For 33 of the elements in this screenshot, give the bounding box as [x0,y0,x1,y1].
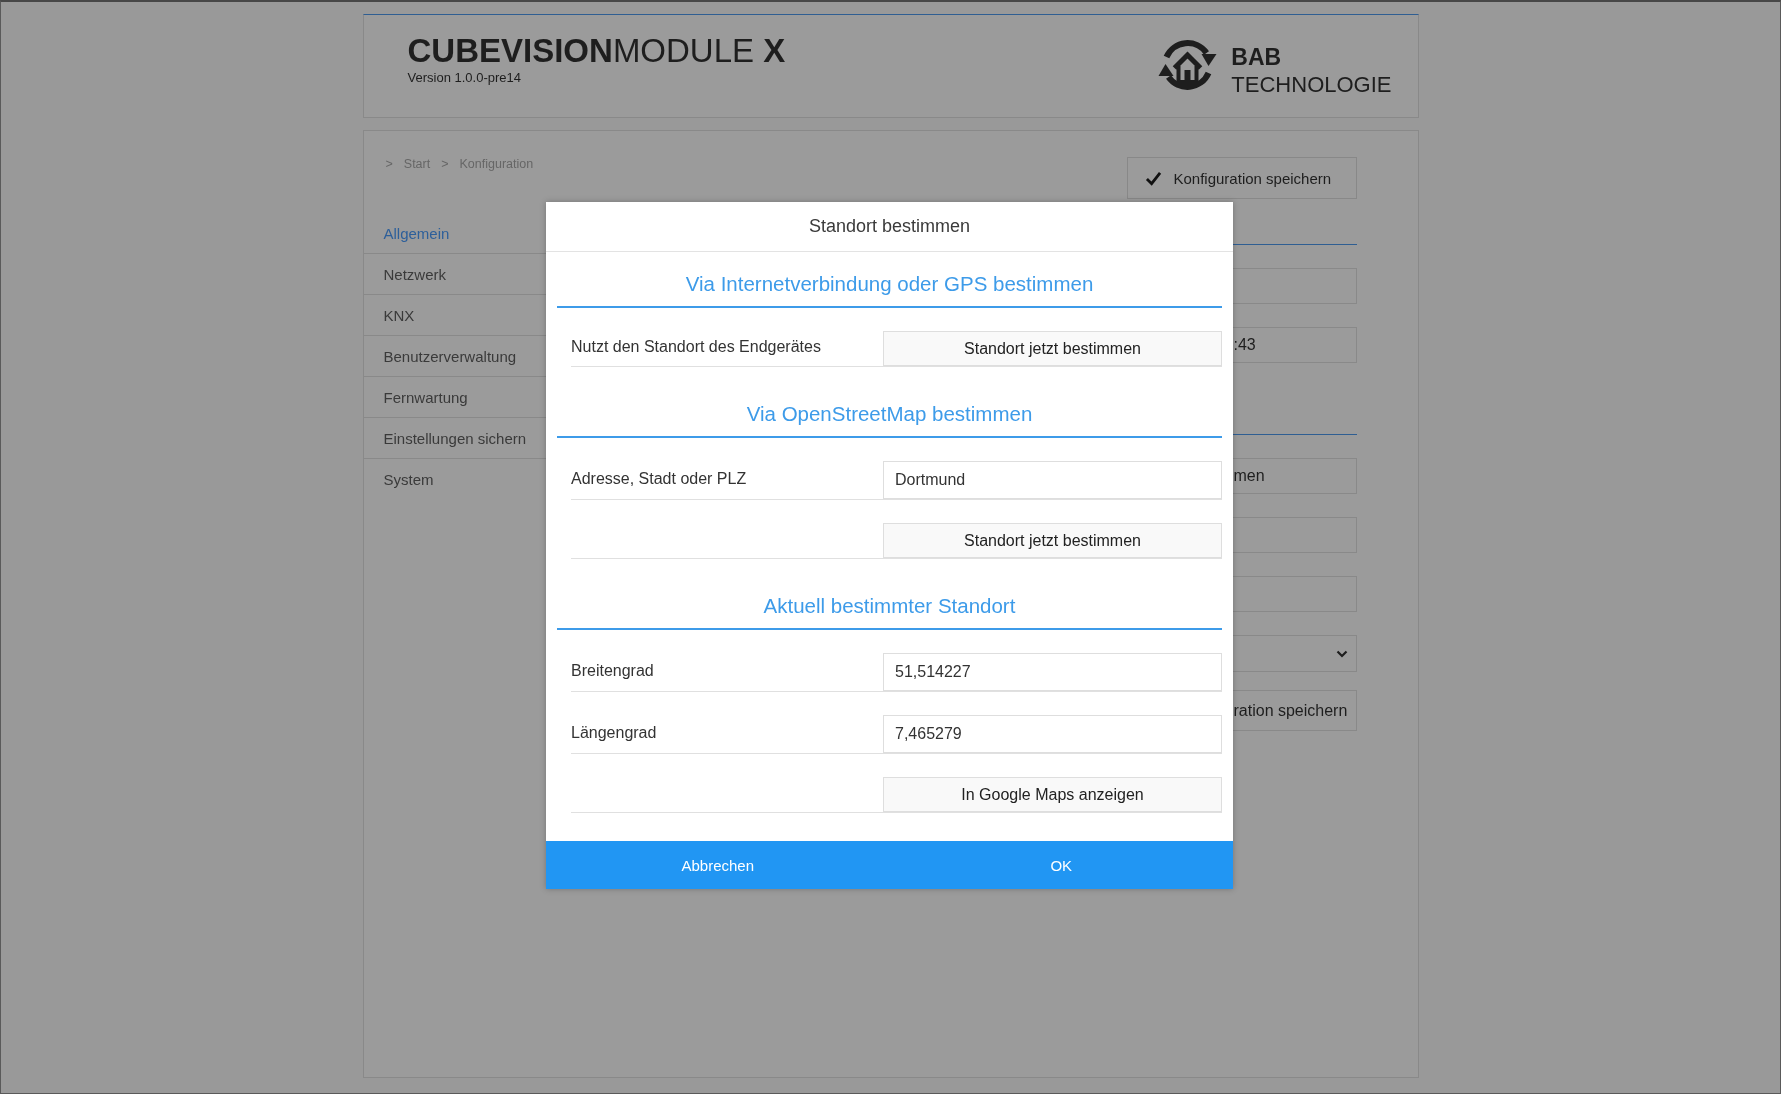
logo-text: TECHNOLOGIE [1231,71,1392,99]
field-label: Breitengrad [571,661,655,681]
field-label: Nutzt den Standort des Endgerätes [571,338,822,357]
select-field[interactable] [1232,635,1357,672]
input-field[interactable] [1232,576,1357,612]
section-heading: Via Internetverbindung oder GPS bestimmen [557,272,1222,308]
section-heading: Via OpenStreetMap bestimmen [557,402,1222,438]
input-field[interactable] [1232,517,1357,553]
dialog-title: Standort bestimmen [808,216,971,237]
action-button[interactable]: In Google Maps anzeigen [883,777,1222,812]
form-button[interactable]: ration speichern [1232,690,1357,731]
ok-button[interactable]: OK [889,841,1233,889]
logo-text: BAB [1231,43,1282,71]
text-field[interactable]: 51,514227 [883,653,1222,691]
field-label: Längengrad [571,723,658,743]
version-label: Version 1.0.0-pre14 [407,70,521,86]
save-config-button[interactable]: Konfiguration speichern [1126,157,1357,199]
section-heading: Aktuell bestimmter Standort [557,594,1222,630]
cancel-button[interactable]: Abbrechen [546,841,890,889]
input-field[interactable] [1232,268,1357,304]
action-button[interactable]: Standort jetzt bestimmen [883,523,1222,558]
breadcrumb-separator: > [441,157,449,171]
text-field[interactable]: Dortmund [883,461,1222,499]
check-icon [1144,170,1162,186]
house-with-arrows-icon [1157,37,1219,93]
chevron-down-icon [1335,649,1348,658]
app-title: CUBEVISIONMODULE X [407,34,786,68]
form-button[interactable]: men [1232,458,1357,494]
text-field[interactable]: 7,465279 [883,715,1222,753]
field-label: Adresse, Stadt oder PLZ [571,469,748,489]
action-button[interactable]: Standort jetzt bestimmen [883,331,1222,366]
breadcrumb-separator: > [385,157,393,171]
input-field[interactable]: :43 [1232,327,1357,363]
